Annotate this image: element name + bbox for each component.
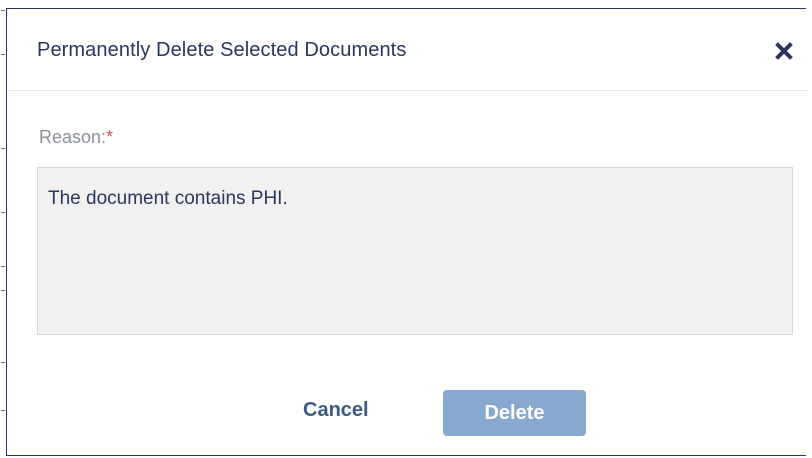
- reason-label-text: Reason:: [39, 127, 107, 147]
- close-icon[interactable]: [775, 42, 793, 60]
- dialog-header: Permanently Delete Selected Documents: [7, 9, 807, 91]
- delete-documents-dialog: Permanently Delete Selected Documents Re…: [6, 8, 807, 456]
- dialog-title: Permanently Delete Selected Documents: [37, 39, 407, 61]
- cancel-button[interactable]: Cancel: [303, 399, 369, 422]
- reason-label: Reason:*: [39, 127, 113, 148]
- reason-textarea[interactable]: The document contains PHI.: [37, 167, 793, 335]
- required-marker: *: [106, 127, 114, 147]
- delete-button[interactable]: Delete: [443, 390, 586, 436]
